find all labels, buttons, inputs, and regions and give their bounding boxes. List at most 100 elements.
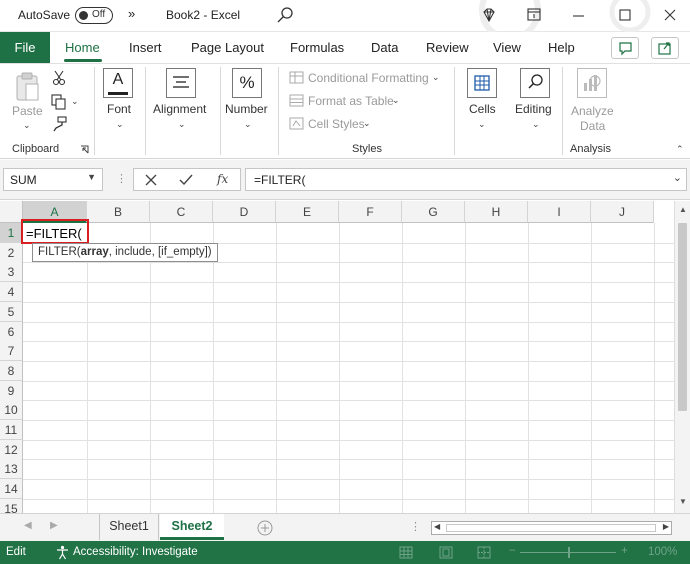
format-as-table-dropdown-icon[interactable]: ⌄	[392, 95, 400, 106]
scroll-up-icon[interactable]: ▲	[679, 205, 687, 214]
column-header-d[interactable]: D	[213, 201, 276, 223]
comments-button[interactable]	[611, 37, 639, 59]
column-header-g[interactable]: G	[402, 201, 465, 223]
row-header-7[interactable]: 7	[0, 341, 23, 362]
row-header-4[interactable]: 4	[0, 282, 23, 303]
tab-help[interactable]: Help	[548, 40, 575, 55]
collapse-ribbon-icon[interactable]: ⌃	[676, 144, 684, 155]
horizontal-scroll-thumb[interactable]	[446, 524, 656, 532]
ribbon-display-icon[interactable]	[527, 8, 541, 22]
new-sheet-icon[interactable]	[257, 520, 273, 536]
normal-view-icon[interactable]	[399, 546, 413, 559]
editing-label[interactable]: Editing	[515, 102, 552, 116]
tab-file[interactable]: File	[0, 32, 50, 63]
cells-dropdown-icon[interactable]: ⌄	[478, 119, 486, 130]
alignment-button[interactable]	[166, 68, 196, 98]
row-header-3[interactable]: 3	[0, 262, 23, 283]
tab-split-grip-icon[interactable]: ⋮	[410, 520, 421, 533]
tab-formulas[interactable]: Formulas	[290, 40, 344, 55]
minimize-icon[interactable]	[573, 15, 585, 17]
column-header-h[interactable]: H	[465, 201, 528, 223]
enter-check-icon[interactable]	[179, 174, 193, 186]
row-header-14[interactable]: 14	[0, 479, 23, 500]
conditional-formatting-label[interactable]: Conditional Formatting	[308, 71, 429, 85]
row-header-8[interactable]: 8	[0, 360, 23, 381]
tab-page-layout[interactable]: Page Layout	[191, 40, 264, 55]
more-commands-icon[interactable]: »	[128, 6, 135, 21]
row-header-13[interactable]: 13	[0, 459, 23, 480]
select-all-corner[interactable]	[0, 201, 23, 223]
prev-sheet-icon[interactable]: ◀	[24, 520, 32, 531]
autosave-toggle[interactable]: Off	[75, 7, 113, 24]
cells-button[interactable]	[467, 68, 497, 98]
column-header-i[interactable]: I	[528, 201, 591, 223]
scroll-left-icon[interactable]: ◀	[434, 522, 440, 531]
zoom-level[interactable]: 100%	[648, 546, 677, 558]
font-button[interactable]: A	[103, 68, 133, 98]
cut-icon[interactable]	[52, 70, 66, 86]
tooltip-current-argument[interactable]: array	[81, 246, 109, 258]
row-header-11[interactable]: 11	[0, 420, 23, 440]
name-box[interactable]: SUM ▼	[3, 168, 103, 191]
next-sheet-icon[interactable]: ▶	[50, 520, 58, 531]
tab-view[interactable]: View	[493, 40, 521, 55]
expand-formula-bar-icon[interactable]: ⌄	[673, 171, 682, 184]
name-box-dropdown-icon[interactable]: ▼	[87, 172, 96, 182]
cell-styles-icon[interactable]	[289, 117, 304, 130]
number-dropdown-icon[interactable]: ⌄	[244, 119, 252, 130]
analyze-label[interactable]: Analyze	[571, 104, 614, 118]
row-header-6[interactable]: 6	[0, 321, 23, 342]
vertical-scroll-thumb[interactable]	[678, 223, 687, 411]
paste-dropdown-icon[interactable]: ⌄	[23, 120, 31, 131]
tab-data[interactable]: Data	[371, 40, 398, 55]
row-header-1[interactable]: 1	[0, 223, 23, 243]
paste-label[interactable]: Paste	[12, 104, 43, 118]
column-header-j[interactable]: J	[591, 201, 654, 223]
cells-label[interactable]: Cells	[469, 102, 496, 116]
zoom-slider-thumb[interactable]	[568, 547, 570, 558]
cancel-icon[interactable]	[145, 174, 157, 186]
zoom-in-icon[interactable]: +	[621, 545, 628, 557]
editing-button[interactable]	[520, 68, 550, 98]
cell-styles-dropdown-icon[interactable]: ⌄	[363, 118, 371, 129]
number-button[interactable]: %	[232, 68, 262, 98]
format-as-table-icon[interactable]	[289, 94, 304, 107]
row-header-9[interactable]: 9	[0, 380, 23, 401]
dialog-launcher-icon[interactable]	[80, 145, 89, 154]
row-header-15[interactable]: 15	[0, 498, 23, 513]
conditional-formatting-icon[interactable]	[289, 71, 304, 84]
copy-icon[interactable]	[51, 94, 67, 110]
column-header-c[interactable]: C	[150, 201, 213, 223]
column-header-b[interactable]: B	[87, 201, 150, 223]
font-label[interactable]: Font	[107, 102, 131, 116]
editing-dropdown-icon[interactable]: ⌄	[532, 119, 540, 130]
share-button[interactable]	[651, 37, 679, 59]
tab-sheet1[interactable]: Sheet1	[99, 514, 159, 540]
conditional-formatting-dropdown-icon[interactable]: ⌄	[432, 72, 440, 83]
format-painter-icon[interactable]	[52, 116, 68, 132]
format-as-table-label[interactable]: Format as Table	[308, 94, 394, 108]
insert-function-icon[interactable]: fx	[217, 172, 228, 186]
close-icon[interactable]	[664, 9, 676, 21]
analyze-data-label[interactable]: Data	[580, 119, 605, 133]
page-layout-view-icon[interactable]	[439, 546, 453, 559]
alignment-label[interactable]: Alignment	[153, 102, 206, 116]
tab-home[interactable]: Home	[65, 40, 100, 55]
accessibility-status[interactable]: Accessibility: Investigate	[73, 546, 198, 558]
formula-input[interactable]: =FILTER( ⌄	[245, 168, 687, 191]
row-header-12[interactable]: 12	[0, 439, 23, 460]
alignment-dropdown-icon[interactable]: ⌄	[178, 119, 186, 130]
page-break-view-icon[interactable]	[477, 546, 491, 559]
row-header-2[interactable]: 2	[0, 242, 23, 263]
row-header-5[interactable]: 5	[0, 301, 23, 322]
number-label[interactable]: Number	[225, 102, 268, 116]
cell-styles-label[interactable]: Cell Styles	[308, 117, 365, 131]
column-header-f[interactable]: F	[339, 201, 402, 223]
tab-insert[interactable]: Insert	[129, 40, 162, 55]
row-header-10[interactable]: 10	[0, 400, 23, 421]
scroll-down-icon[interactable]: ▼	[679, 497, 687, 506]
accessibility-icon[interactable]	[55, 545, 70, 560]
tab-sheet2[interactable]: Sheet2	[160, 514, 224, 540]
column-header-e[interactable]: E	[276, 201, 339, 223]
diamond-icon[interactable]	[481, 7, 497, 23]
